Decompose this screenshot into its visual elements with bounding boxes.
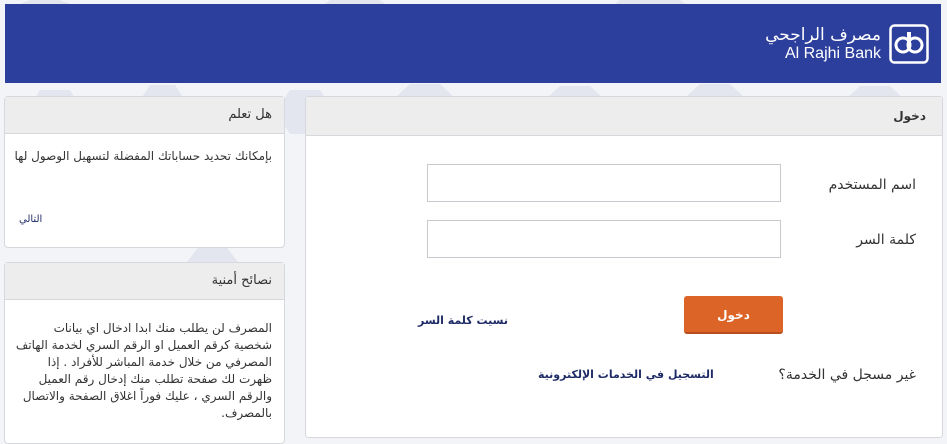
password-input[interactable] — [427, 220, 781, 258]
logo-text: مصرف الراجحي Al Rajhi Bank — [765, 26, 881, 62]
next-tip-link[interactable]: التالي — [19, 214, 42, 225]
forgot-password-link[interactable]: نسيت كلمة السر — [418, 314, 508, 327]
login-panel: دخول اسم المستخدم كلمة السر دخول نسيت كل… — [305, 96, 943, 438]
not-registered-text: غير مسجل في الخدمة؟ — [778, 367, 916, 383]
username-input[interactable] — [427, 164, 781, 202]
bank-logo[interactable]: مصرف الراجحي Al Rajhi Bank — [765, 22, 929, 66]
header-bar: مصرف الراجحي Al Rajhi Bank — [5, 4, 941, 83]
register-link[interactable]: التسجيل في الخدمات الإلكترونية — [538, 368, 714, 381]
login-title: دخول — [306, 97, 942, 136]
login-button[interactable]: دخول — [684, 296, 783, 334]
security-tips-title: نصائح أمنية — [5, 263, 284, 300]
al-rajhi-logo-icon — [889, 24, 929, 64]
security-tips-text: المصرف لن يطلب منك ابدا ادخال اي بيانات … — [15, 321, 272, 420]
did-you-know-panel: هل تعلم بإمكانك تحديد حساباتك المفضلة لت… — [4, 96, 285, 248]
logo-english-name: Al Rajhi Bank — [784, 44, 881, 62]
username-label: اسم المستخدم — [828, 177, 916, 193]
security-tips-panel: نصائح أمنية المصرف لن يطلب منك ابدا ادخا… — [4, 262, 285, 444]
password-label: كلمة السر — [856, 232, 916, 248]
did-you-know-text: بإمكانك تحديد حساباتك المفضلة لتسهيل الو… — [14, 149, 272, 163]
did-you-know-title: هل تعلم — [5, 97, 284, 134]
logo-arabic-name: مصرف الراجحي — [765, 24, 881, 45]
